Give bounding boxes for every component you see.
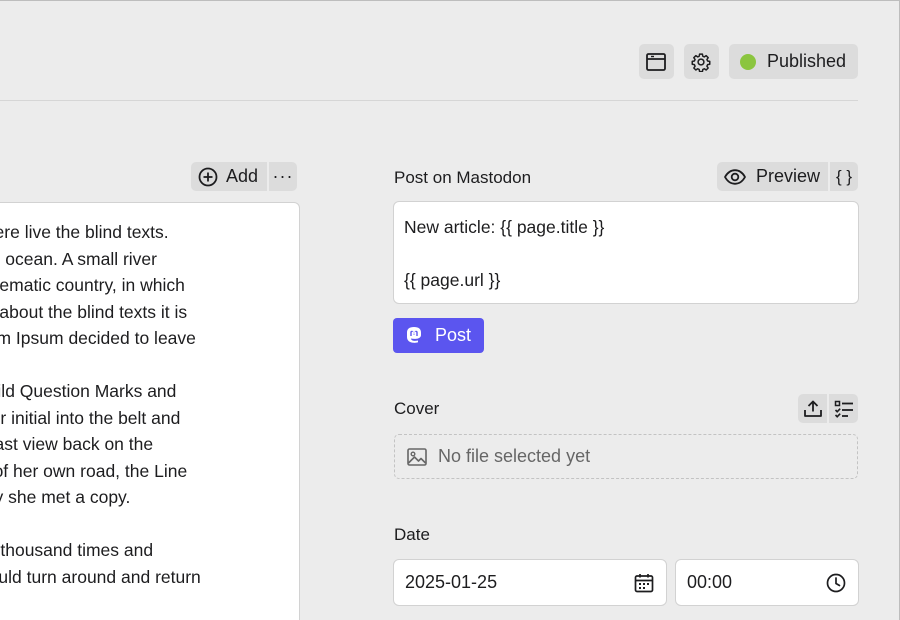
editor-line: paradisematic country, in which: [0, 275, 185, 295]
header-divider: [0, 100, 858, 101]
editor-line: of Lorem Ipsum decided to leave: [0, 328, 196, 348]
post-label: Post: [435, 325, 472, 345]
window-toggle-button[interactable]: [638, 44, 674, 79]
cover-label: Cover: [394, 399, 440, 418]
editor-line: her way she met a copy.: [0, 487, 131, 507]
mastodon-preview-group: Preview { }: [716, 162, 858, 191]
editor-line: mas, wild Question Marks and: [0, 381, 177, 401]
template-variables-button[interactable]: { }: [830, 162, 858, 191]
editor-line: control about the blind texts it is: [0, 301, 188, 322]
settings-button[interactable]: [683, 44, 719, 79]
upload-icon: [803, 399, 823, 418]
window-icon: [646, 52, 667, 71]
more-icon: ···: [272, 166, 294, 186]
mastodon-label: Post on Mastodon: [394, 168, 532, 187]
checklist-icon: [834, 400, 854, 418]
upload-cover-button[interactable]: [798, 394, 827, 423]
editor-line: ritten a thousand times and: [0, 540, 154, 560]
mastodon-message-field[interactable]: New article: {{ page.title }} {{ page.ur…: [393, 201, 859, 304]
add-label: Add: [226, 166, 259, 186]
preview-label: Preview: [755, 166, 820, 186]
editor-paragraph: ntia, there live the blind texts. nguage…: [0, 219, 262, 352]
gear-icon: [691, 52, 711, 72]
editor-line: nguage ocean. A small river: [0, 248, 157, 269]
editor-paragraph: mas, wild Question Marks and , put her i…: [0, 378, 262, 511]
mastodon-icon: [405, 326, 423, 345]
calendar-icon[interactable]: [634, 573, 654, 593]
editor-line: ubline of her own road, the Line: [0, 460, 188, 481]
editor-line: , put her initial into the belt and: [0, 407, 181, 428]
message-line: [404, 241, 848, 268]
more-options-button[interactable]: ···: [269, 162, 298, 191]
status-button[interactable]: Published: [728, 44, 858, 79]
editor-text: ntia, there live the blind texts. nguage…: [0, 219, 262, 617]
editor-line: ext should turn around and return: [0, 566, 201, 587]
status-dot: [739, 53, 756, 70]
image-icon: [407, 447, 427, 466]
date-label: Date: [394, 525, 430, 544]
editor-line: had a last view back on the: [0, 434, 154, 454]
editor-line: ntia, there live the blind texts.: [0, 222, 169, 242]
braces-icon: { }: [835, 166, 853, 186]
post-to-mastodon-button[interactable]: Post: [393, 318, 484, 353]
preview-button[interactable]: Preview: [716, 162, 828, 191]
editor-add-group: Add ···: [191, 162, 298, 191]
time-value: 00:00: [687, 572, 733, 592]
cover-dropzone[interactable]: No file selected yet: [394, 434, 858, 479]
status-label: Published: [766, 51, 846, 71]
cover-empty-text: No file selected yet: [438, 446, 591, 466]
clock-icon[interactable]: [826, 573, 846, 593]
date-value: 2025-01-25: [405, 572, 498, 592]
plus-circle-icon: [198, 167, 218, 187]
body-editor[interactable]: ntia, there live the blind texts. nguage…: [0, 202, 300, 620]
top-toolbar: Published: [638, 44, 858, 79]
select-cover-button[interactable]: [829, 394, 858, 423]
message-line: New article: {{ page.title }}: [404, 217, 605, 237]
add-block-button[interactable]: Add: [191, 162, 268, 191]
time-input[interactable]: 00:00: [675, 559, 859, 606]
cover-tools: [798, 394, 858, 423]
editor-paragraph: ritten a thousand times and ext should t…: [0, 537, 262, 590]
message-line: {{ page.url }}: [404, 270, 501, 290]
eye-icon: [724, 168, 746, 185]
window-top-border: [0, 0, 900, 1]
date-input[interactable]: 2025-01-25: [393, 559, 667, 606]
